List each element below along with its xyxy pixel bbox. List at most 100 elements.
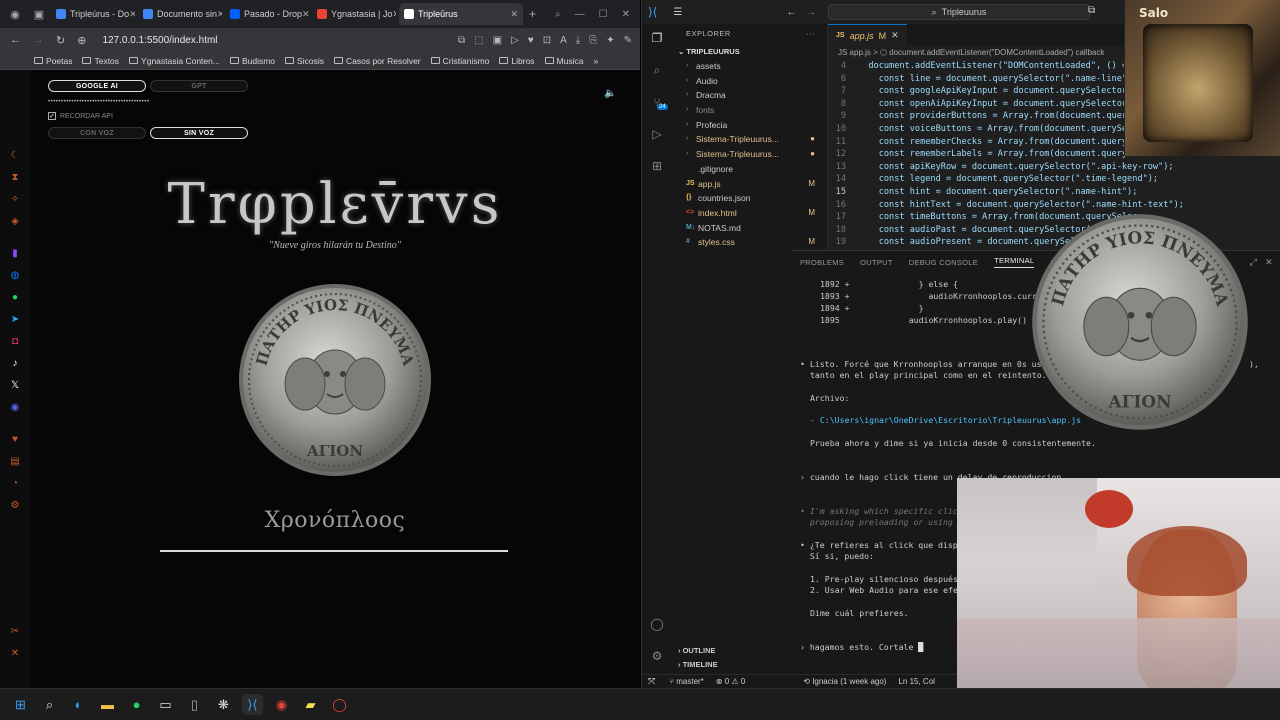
telegram-icon[interactable]: ➤ [9,314,21,326]
url-field[interactable]: 127.0.0.1:5500/index.html [102,35,217,46]
tree-file[interactable]: <> index.html M [672,206,827,221]
bookmark-folder[interactable]: Libros [499,56,535,66]
bookmark-folder[interactable]: Ygnastasia Conten... [129,56,220,66]
new-tab-button[interactable]: + [529,7,536,21]
maximize-button[interactable]: ☐ [599,9,608,20]
panel-tab-output[interactable]: OUTPUT [860,258,893,267]
messenger-icon[interactable]: ◍ [9,270,21,282]
provider-google-button[interactable]: GOOGLE AI [48,80,146,92]
opera-icon[interactable]: ◯ [329,694,350,715]
tree-folder[interactable]: › Sistema-Tripleuurus... ● [672,132,827,147]
api-key-input[interactable]: ••••••••••••••••••••••••••••••••••••••• [48,99,149,105]
voice-off-button[interactable]: SIN VOZ [150,127,248,139]
whatsapp-icon[interactable]: ● [126,694,147,715]
terminal-prompt-input[interactable]: › hagamos esto. Cortale █ [800,642,924,652]
tab-groups-icon[interactable]: ▣ [30,5,48,23]
more-actions-icon[interactable]: ··· [806,24,815,44]
bookmark-folder[interactable]: Musica [544,56,583,66]
tree-file[interactable]: M↓ NOTAS.md [672,221,827,236]
translate-icon[interactable]: A [560,35,567,46]
nav-forward-icon[interactable]: → [806,7,816,18]
browser-tab[interactable]: Documento sin ✕ [138,3,222,25]
history-icon[interactable]: ◔ [9,478,21,490]
account-icon[interactable]: ◯ [649,616,665,632]
git-blame-status[interactable]: ⟲ Ignacia (1 week ago) [803,677,886,686]
speaker-icon[interactable]: 🔈 [604,88,616,99]
close-tab-icon[interactable]: ✕ [510,9,518,20]
instagram-icon[interactable]: ◘ [9,336,21,348]
ai-icon[interactable]: ✦ [606,35,614,46]
remember-api-checkbox[interactable]: ✓ [48,112,56,120]
file-explorer-icon[interactable]: ▬ [97,694,118,715]
profile-icon[interactable]: ◉ [6,5,24,23]
manage-gear-icon[interactable]: ⚙ [649,648,665,664]
tree-file[interactable]: JS app.js M [672,177,827,192]
edge-icon[interactable]: ◐ [68,694,89,715]
panel-tab-problems[interactable]: PROBLEMS [800,258,844,267]
site-info-icon[interactable]: ⊕ [77,34,86,47]
tree-folder[interactable]: › fonts [672,103,827,118]
bookmark-folder[interactable]: Sicosis [285,56,324,66]
workspace-root[interactable]: ⌄ TRIPLEUURUS [672,44,827,59]
branch-status[interactable]: ⑂ master* [669,677,704,686]
back-icon[interactable]: ← [10,34,21,46]
moon-icon[interactable]: ☾ [9,150,21,162]
code-line[interactable]: 15 const hint = document.querySelector("… [828,186,1280,199]
extension-icon[interactable]: ⧉ [458,35,465,46]
close-tab-icon[interactable]: ✕ [217,9,222,20]
settings-icon[interactable]: ⚙ [9,500,21,512]
tree-file[interactable]: .gitignore [672,162,827,177]
tree-folder[interactable]: › Audio [672,74,827,89]
search-tabs-icon[interactable]: ⌕ [555,9,561,20]
app-icon[interactable]: ▯ [184,694,205,715]
bookmark-folder[interactable]: Poetas [34,56,72,66]
code-line[interactable]: 14 const legend = document.querySelector… [828,173,1280,186]
provider-gpt-button[interactable]: GPT [150,80,248,92]
bookmark-folder[interactable]: Cristianismo [430,56,489,66]
tree-file[interactable]: {} countries.json [672,191,827,206]
twitch-icon[interactable]: ▮ [9,248,21,260]
vscode-taskbar-icon[interactable]: ⟩⟨ [242,694,263,715]
search-icon[interactable]: ⌕ [39,694,60,715]
tools-icon[interactable]: ✂ [9,626,21,638]
timer-icon[interactable]: ⧗ [9,172,21,184]
play-icon[interactable]: ▷ [511,35,519,46]
pen-icon[interactable]: ✎ [624,35,632,46]
close-tab-icon[interactable]: ✕ [392,9,396,20]
screenshot-icon[interactable]: ⬚ [474,35,483,46]
chatgpt-icon[interactable]: ❋ [213,694,234,715]
maximize-panel-icon[interactable]: ⤢ [1250,257,1258,268]
tiktok-icon[interactable]: ♪ [9,358,21,370]
copilot-icon[interactable]: ⧉ [1088,5,1095,16]
extension-icon[interactable]: ⊡ [543,35,551,46]
tree-folder[interactable]: › Profecia [672,118,827,133]
extensions-icon[interactable]: ⊞ [649,158,665,174]
forward-icon[interactable]: → [33,34,44,46]
reader-icon[interactable]: ▤ [9,456,21,468]
search-icon[interactable]: ⌕ [649,62,665,78]
extension-icon[interactable]: ▣ [493,35,502,46]
browser-tab[interactable]: Pasado - Drop ✕ [225,3,309,25]
notes-icon[interactable]: ▰ [300,694,321,715]
editor-tab-appjs[interactable]: JS app.js M ✕ [828,24,907,46]
extensions-icon[interactable]: ✕ [9,648,21,660]
problems-status[interactable]: ⊗ 0 ⚠ 0 [716,677,745,686]
chrome-icon[interactable]: ◉ [271,694,292,715]
coin-emblem[interactable]: ΠΑΤΗΡ ΥΙΟΣ ΠΝΕΥΜΑ ΑΓΙΟΝ [237,282,433,478]
run-debug-icon[interactable]: ▷ [649,126,665,142]
whatsapp-icon[interactable]: ● [9,292,21,304]
x-icon[interactable]: 𝕏 [9,380,21,392]
start-icon[interactable]: ⊞ [10,694,31,715]
heart-icon[interactable]: ♥ [9,434,21,446]
tree-folder[interactable]: › assets [672,59,827,74]
discord-icon[interactable]: ◉ [9,402,21,414]
code-line[interactable]: 13 const apiKeyRow = document.querySelec… [828,161,1280,174]
panel-tab-debug-console[interactable]: DEBUG CONSOLE [909,258,978,267]
remote-icon[interactable]: ⤧ [648,676,655,687]
code-line[interactable]: 16 const hintText = document.querySelect… [828,199,1280,212]
reload-icon[interactable]: ↻ [56,34,65,47]
download-icon[interactable]: ⤓ [576,35,580,46]
command-center-search[interactable]: ⌕ Tripleuurus [828,4,1090,20]
explorer-icon[interactable]: ❐ [649,30,665,46]
tree-folder[interactable]: › Sistema-Tripleuurus... ● [672,147,827,162]
